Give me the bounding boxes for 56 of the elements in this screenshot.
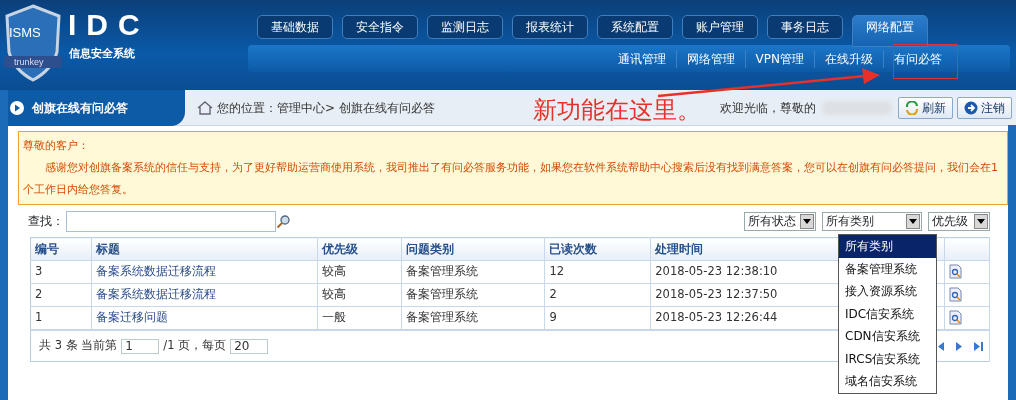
column-header: 已读次数 <box>544 237 651 261</box>
table-cell: 较高 <box>317 260 402 284</box>
dropdown-option[interactable]: 所有类别 <box>839 235 936 258</box>
nav-tab[interactable]: 报表统计 <box>512 15 588 39</box>
select-dropdown[interactable]: 所有状态 <box>744 211 816 231</box>
table-cell: 3 <box>30 260 92 284</box>
title-link[interactable]: 备案系统数据迁移流程 <box>91 260 318 284</box>
subnav-link[interactable]: 通讯管理 <box>607 49 676 68</box>
welcome-text: 欢迎光临，尊敬的 <box>720 99 816 117</box>
column-header: 编号 <box>30 237 92 261</box>
table-cell: 12 <box>544 260 651 284</box>
notice-title: 尊敬的客户： <box>23 138 90 154</box>
nav-tab[interactable]: 事务日志 <box>767 15 843 39</box>
nav-tab[interactable]: 安全指令 <box>342 15 418 39</box>
table-cell: 较高 <box>317 283 402 307</box>
toolbar-button[interactable]: 刷新 <box>898 96 953 119</box>
title-link[interactable]: 备案系统数据迁移流程 <box>91 283 318 307</box>
select-dropdown[interactable]: 所有类别 <box>822 211 922 231</box>
app-title: IDC <box>68 8 150 42</box>
search-label: 查找： <box>28 213 64 230</box>
notice-text: 感谢您对创旗备案系统的信任与支持，为了更好帮助运营商使用系统，我司推出了有问必答服务功能，如果您在软件系统帮助中心搜索后没有找到满意答案，您可以在创旗有问必答提问，我们会在1个工作日内给您答复。 <box>23 160 999 198</box>
column-header: 问题类别 <box>401 237 545 261</box>
breadcrumb: 您的位置：管理中心> 创旗在线有问必答 <box>217 99 435 117</box>
dropdown-option[interactable]: 域名信安系统 <box>839 370 936 393</box>
table-cell: 备案管理系统 <box>401 306 545 330</box>
subnav-link[interactable]: 网络管理 <box>675 49 745 68</box>
pager-text: /1 页，每页 <box>163 337 227 355</box>
subnav-link[interactable]: VPN管理 <box>744 49 814 68</box>
table-cell: 9 <box>544 306 651 330</box>
annotation-text: 新功能在这里。 <box>533 95 701 125</box>
page-title: 创旗在线有问必答 <box>32 99 128 117</box>
toolbar-button[interactable]: 注销 <box>957 96 1012 119</box>
table-cell: 一般 <box>317 306 402 330</box>
table-cell: 备案管理系统 <box>401 260 545 284</box>
subnav-link[interactable]: 在线升级 <box>814 49 883 68</box>
select-dropdown[interactable]: 优先级 <box>928 211 990 231</box>
table-cell: 2 <box>30 283 92 307</box>
column-header: 标题 <box>91 237 318 261</box>
nav-tab[interactable]: 账户管理 <box>682 15 758 39</box>
table-cell: 备案管理系统 <box>401 283 545 307</box>
page-field[interactable]: 1 <box>121 338 160 354</box>
dropdown-option[interactable]: IRCS信安系统 <box>839 347 936 370</box>
nav-tab[interactable]: 基础数据 <box>257 15 333 39</box>
pager-text: 共 3 条 当前第 <box>39 337 118 355</box>
subnav-link[interactable]: 有问必答 <box>883 49 952 68</box>
logo-badge-text: ISMS <box>9 25 41 40</box>
title-link[interactable]: 备案迁移问题 <box>91 306 318 330</box>
logo-ribbon-text: trunkey <box>14 57 44 67</box>
nav-tab[interactable]: 网络配置 <box>852 15 928 47</box>
nav-tab[interactable]: 系统配置 <box>597 15 673 39</box>
column-header: 优先级 <box>317 237 402 261</box>
app-subtitle: 信息安全系统 <box>69 46 135 62</box>
table-cell: 2 <box>544 283 651 307</box>
page-size-field[interactable]: 20 <box>230 338 269 354</box>
table-cell: 1 <box>30 306 92 330</box>
nav-tab[interactable]: 监测日志 <box>427 15 503 39</box>
